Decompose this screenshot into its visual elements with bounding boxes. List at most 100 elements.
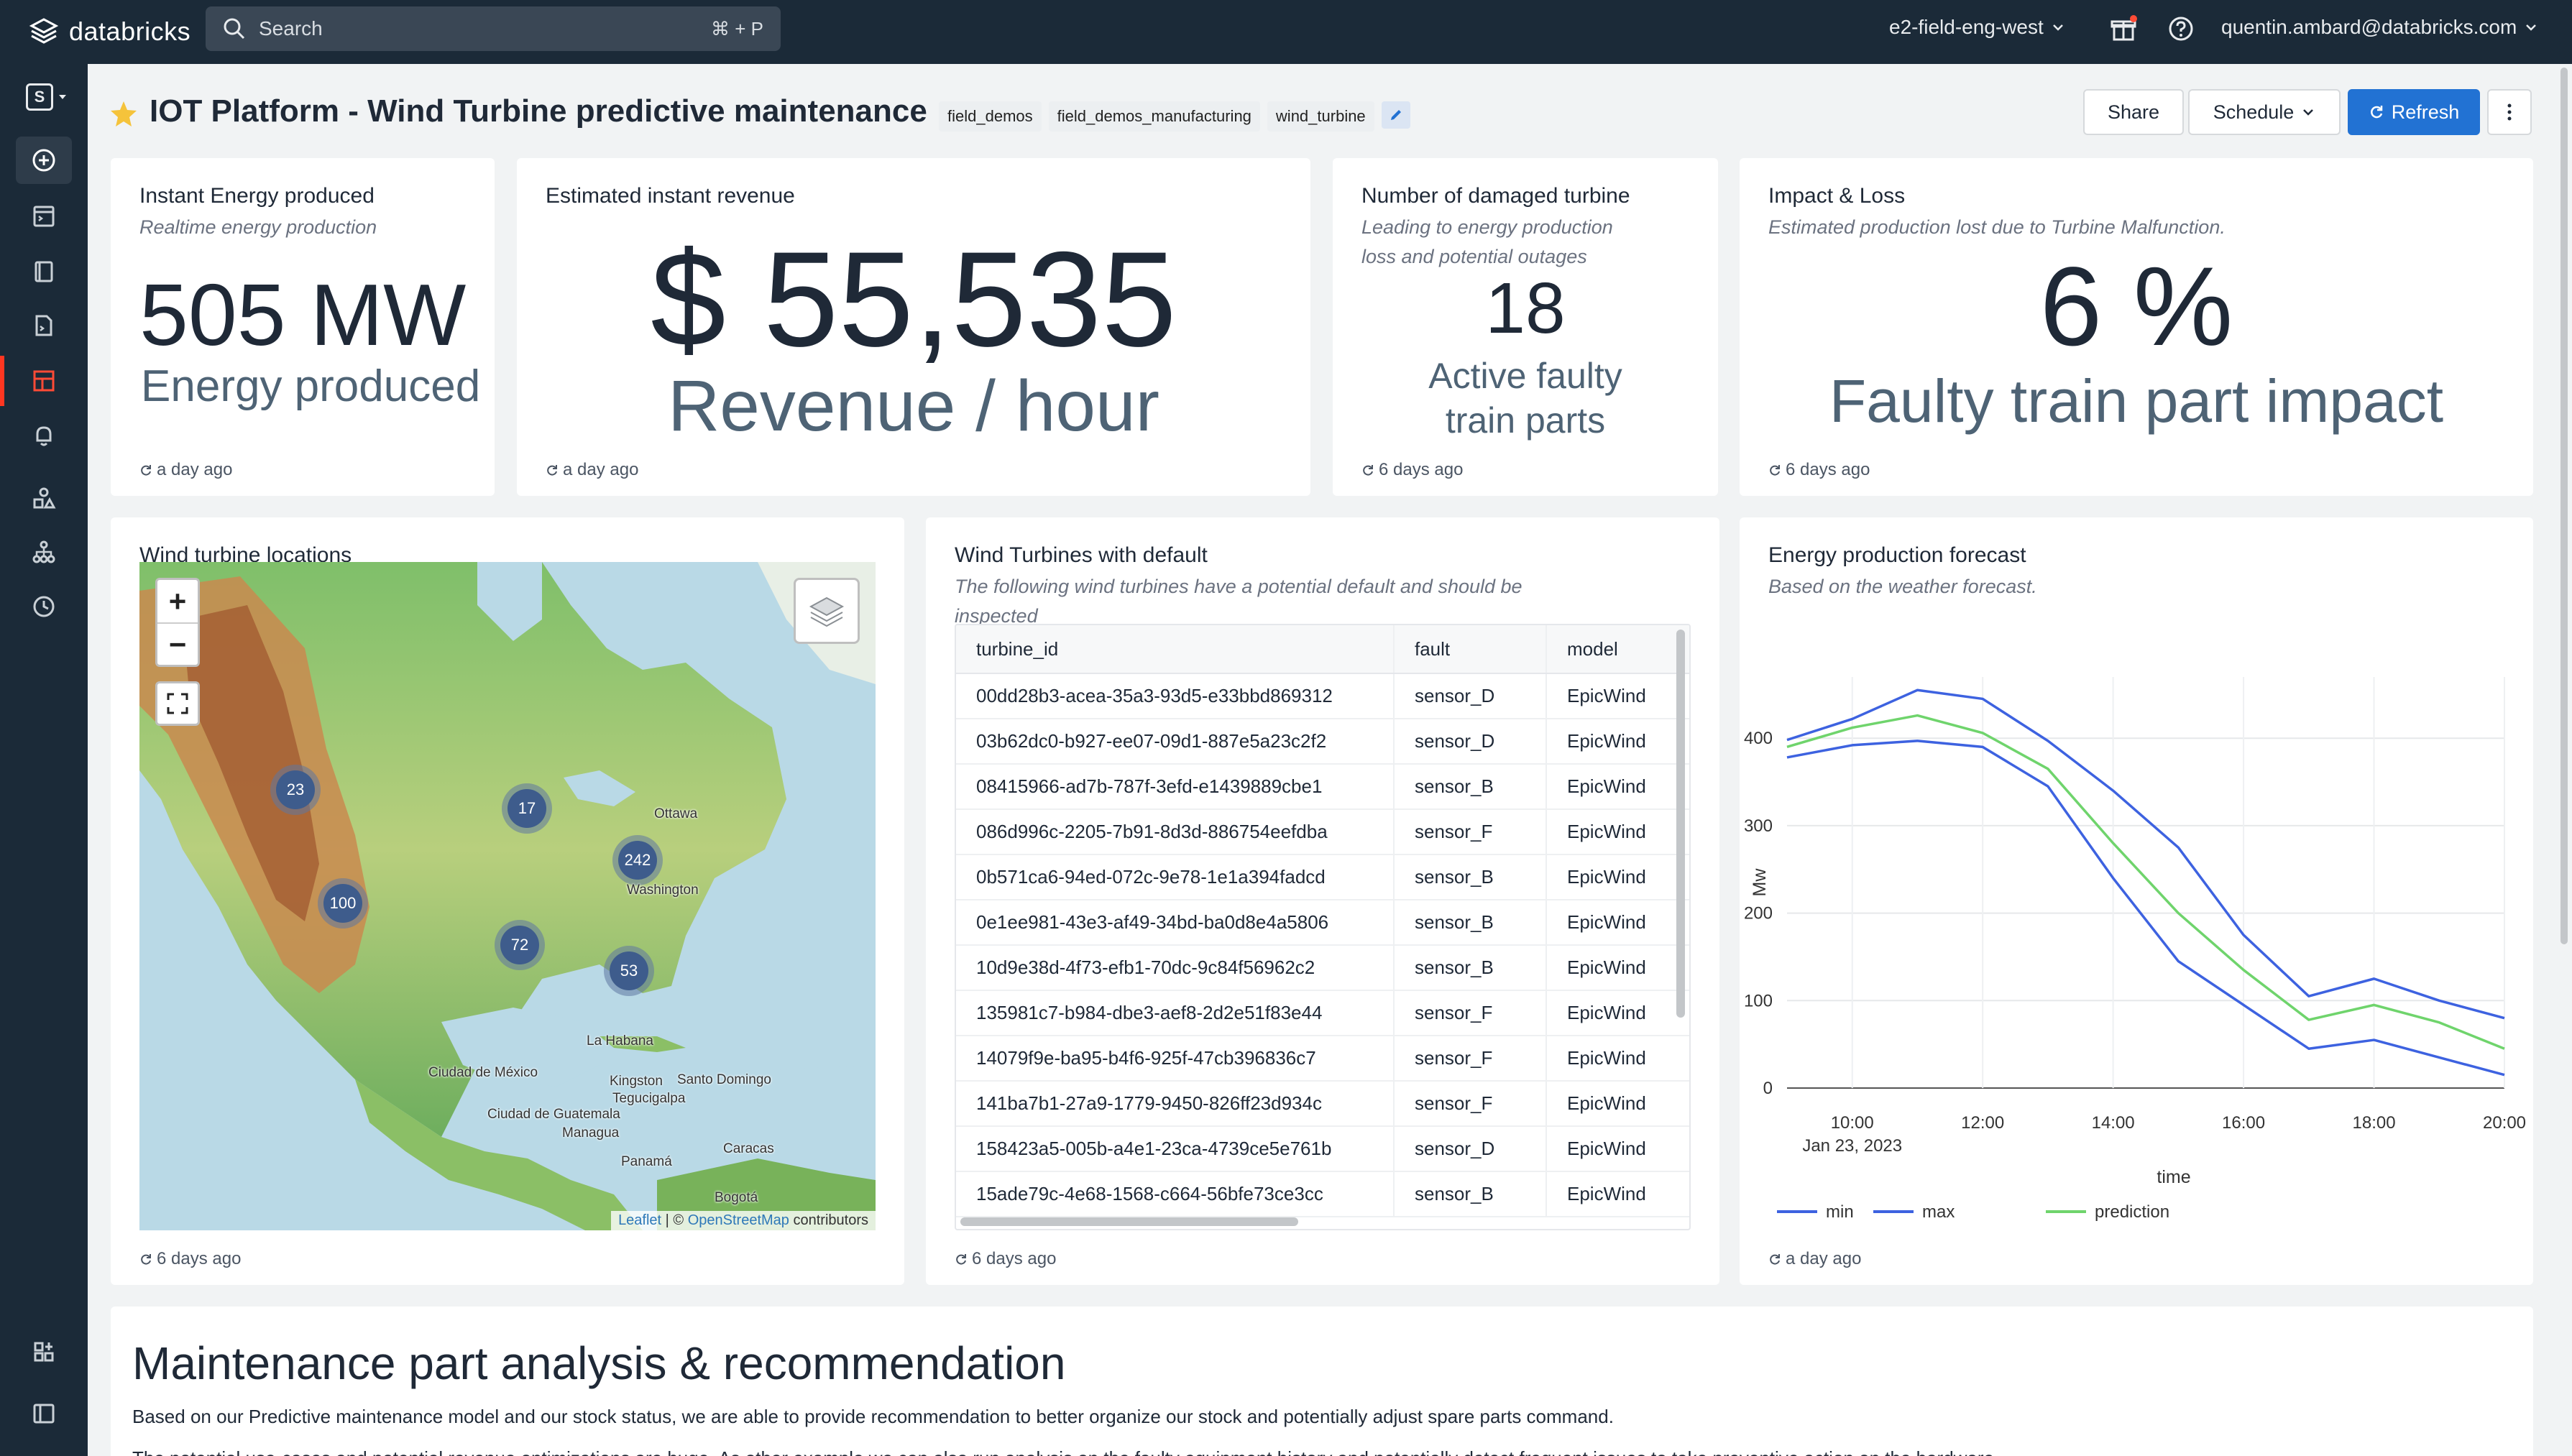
card-subtitle: Realtime energy production	[139, 216, 377, 238]
search-placeholder: Search	[259, 17, 323, 40]
column-header-model[interactable]: model	[1546, 625, 1675, 673]
kpi-value: 18	[1485, 268, 1566, 349]
collapse-sidebar-button[interactable]	[16, 1390, 72, 1437]
user-menu[interactable]: quentin.ambard@databricks.com	[2221, 16, 2538, 39]
table-row[interactable]: 141ba7b1-27a9-1779-9450-826ff23d934c sens…	[956, 1082, 1689, 1127]
table-row[interactable]: 158423a5-005b-a4e1-23ca-4739ce5e761b sens…	[956, 1127, 1689, 1172]
more-options-button[interactable]	[2487, 89, 2532, 135]
cell-fault: sensor_B	[1393, 900, 1546, 944]
y-tick-label: 200	[1744, 904, 1773, 923]
cell-fault: sensor_F	[1393, 991, 1546, 1035]
column-header-fault[interactable]: fault	[1393, 625, 1546, 673]
alerts-button[interactable]	[16, 412, 72, 459]
new-button[interactable]	[16, 137, 72, 184]
horizontal-scrollbar[interactable]	[960, 1217, 1298, 1226]
last-updated-text: 6 days ago	[972, 1249, 1057, 1268]
table-row[interactable]: 03b62dc0-b927-ee07-09d1-887e5a23c2f2 sens…	[956, 719, 1689, 765]
subtitle-line: The following wind turbines have a poten…	[955, 576, 1522, 597]
queries-button[interactable]	[16, 248, 72, 295]
kpi-unit-line: train parts	[1445, 400, 1606, 441]
partner-connect-button[interactable]	[16, 1328, 72, 1376]
zoom-out-button[interactable]: −	[157, 622, 198, 665]
workflows-icon	[32, 540, 55, 563]
table-row[interactable]: 15ade79c-4e68-1568-c664-56bfe73ce3cc sens…	[956, 1172, 1689, 1217]
help-button[interactable]	[2167, 14, 2195, 47]
vertical-scrollbar[interactable]	[1676, 630, 1685, 1018]
cell-turbine-id: 03b62dc0-b927-ee07-09d1-887e5a23c2f2	[976, 730, 1327, 752]
x-date-label: Jan 23, 2023	[1802, 1136, 1902, 1156]
forecast-chart-card: Energy production forecast Based on the …	[1740, 517, 2533, 1285]
map-cluster[interactable]: 72	[495, 920, 545, 970]
map-place-label: La Habana	[587, 1033, 653, 1049]
map-cluster[interactable]: 17	[502, 783, 552, 834]
map-cluster[interactable]: 242	[612, 835, 663, 885]
search-bar[interactable]: Search ⌘ + P	[206, 6, 781, 51]
paragraph: Based on our Predictive maintenance mode…	[132, 1406, 1614, 1427]
damaged-turbine-kpi-card: Number of damaged turbine Leading to ene…	[1333, 158, 1718, 496]
whats-new-button[interactable]	[2109, 14, 2138, 47]
table-row[interactable]: 10d9e38d-4f73-efb1-70dc-9c84f56962c2 sens…	[956, 946, 1689, 991]
faults-table: turbine_id fault model 00dd28b3-acea-35a…	[955, 624, 1691, 1230]
favorite-star-button[interactable]	[109, 99, 138, 132]
dashboard-title: IOT Platform - Wind Turbine predictive m…	[150, 93, 927, 129]
card-title: Instant Energy produced	[139, 184, 375, 208]
table-row[interactable]: 086d996c-2205-7b91-8d3d-886754eefdba sens…	[956, 810, 1689, 855]
table-row[interactable]: 00dd28b3-acea-35a3-93d5-e33bbd869312 sens…	[956, 674, 1689, 719]
kpi-unit: Revenue / hour	[668, 366, 1159, 446]
last-updated: a day ago	[139, 460, 232, 480]
page-scrollbar[interactable]	[2560, 68, 2568, 944]
openstreetmap-link[interactable]: OpenStreetMap	[688, 1212, 789, 1228]
share-button[interactable]: Share	[2083, 89, 2184, 135]
cluster-count: 17	[507, 789, 546, 828]
chevron-down-icon	[2526, 24, 2537, 31]
dashboards-button[interactable]	[16, 357, 72, 405]
cell-turbine-id: 14079f9e-ba95-b4f6-925f-47cb396836c7	[976, 1047, 1316, 1069]
workspace-switcher[interactable]: S	[26, 79, 73, 115]
map-view[interactable]: + − 23 17 242 100 72 53 Ottawa Washingto…	[139, 562, 876, 1230]
tag-list: field_demos field_demos_manufacturing wi…	[939, 101, 1410, 132]
refresh-icon	[956, 1254, 966, 1265]
terrain-map	[139, 562, 876, 1230]
legend-label: prediction	[2095, 1202, 2169, 1222]
tag[interactable]: field_demos_manufacturing	[1048, 101, 1260, 132]
card-subtitle: Estimated production lost due to Turbine…	[1768, 216, 2226, 238]
cell-turbine-id: 10d9e38d-4f73-efb1-70dc-9c84f56962c2	[976, 957, 1315, 978]
table-row[interactable]: 0b571ca6-94ed-072c-9e78-1e1a394fadcd sens…	[956, 855, 1689, 900]
map-cluster[interactable]: 100	[318, 878, 368, 929]
table-row[interactable]: 135981c7-b984-dbe3-aef8-2d2e51f83e44 sens…	[956, 991, 1689, 1036]
workspace-selector[interactable]: e2-field-eng-west	[1889, 16, 2065, 39]
data-button[interactable]	[16, 474, 72, 522]
map-cluster[interactable]: 23	[270, 765, 321, 815]
databricks-logo[interactable]: databricks	[29, 14, 190, 49]
sql-editor-button[interactable]	[16, 193, 72, 240]
chevron-down-icon	[2052, 24, 2063, 31]
workflows-button[interactable]	[16, 528, 72, 576]
leaflet-link[interactable]: Leaflet	[618, 1212, 661, 1228]
last-updated: 6 days ago	[1768, 460, 1870, 480]
schedule-button[interactable]: Schedule	[2188, 89, 2341, 135]
last-updated: 6 days ago	[139, 1249, 241, 1269]
sql-file-button[interactable]	[16, 302, 72, 349]
table-row[interactable]: 0e1ee981-43e3-af49-34bd-ba0d8e4a5806 sens…	[956, 900, 1689, 946]
kpi-value: 505 MW	[139, 266, 467, 364]
cell-turbine-id: 141ba7b1-27a9-1779-9450-826ff23d934c	[976, 1092, 1322, 1114]
map-place-label: Ciudad de Guatemala	[487, 1107, 620, 1122]
cluster-count: 72	[500, 926, 539, 964]
zoom-in-button[interactable]: +	[157, 580, 198, 622]
tag[interactable]: wind_turbine	[1267, 101, 1374, 132]
x-tick-label: 14:00	[2092, 1113, 2135, 1133]
column-header-turbine-id[interactable]: turbine_id	[956, 625, 1393, 673]
fullscreen-button[interactable]	[155, 681, 200, 726]
table-row[interactable]: 14079f9e-ba95-b4f6-925f-47cb396836c7 sens…	[956, 1036, 1689, 1082]
tag[interactable]: field_demos	[939, 101, 1042, 132]
layers-button[interactable]	[794, 578, 860, 644]
gift-icon	[2111, 15, 2137, 41]
sql-file-icon	[35, 315, 52, 336]
refresh-button[interactable]: Refresh	[2348, 89, 2480, 135]
edit-tags-button[interactable]	[1381, 101, 1410, 129]
map-cluster[interactable]: 53	[604, 946, 654, 996]
history-button[interactable]	[16, 583, 72, 630]
last-updated-text: 6 days ago	[157, 1249, 242, 1268]
table-header: turbine_id fault model	[956, 625, 1689, 674]
table-row[interactable]: 08415966-ad7b-787f-3efd-e1439889cbe1 sens…	[956, 765, 1689, 810]
